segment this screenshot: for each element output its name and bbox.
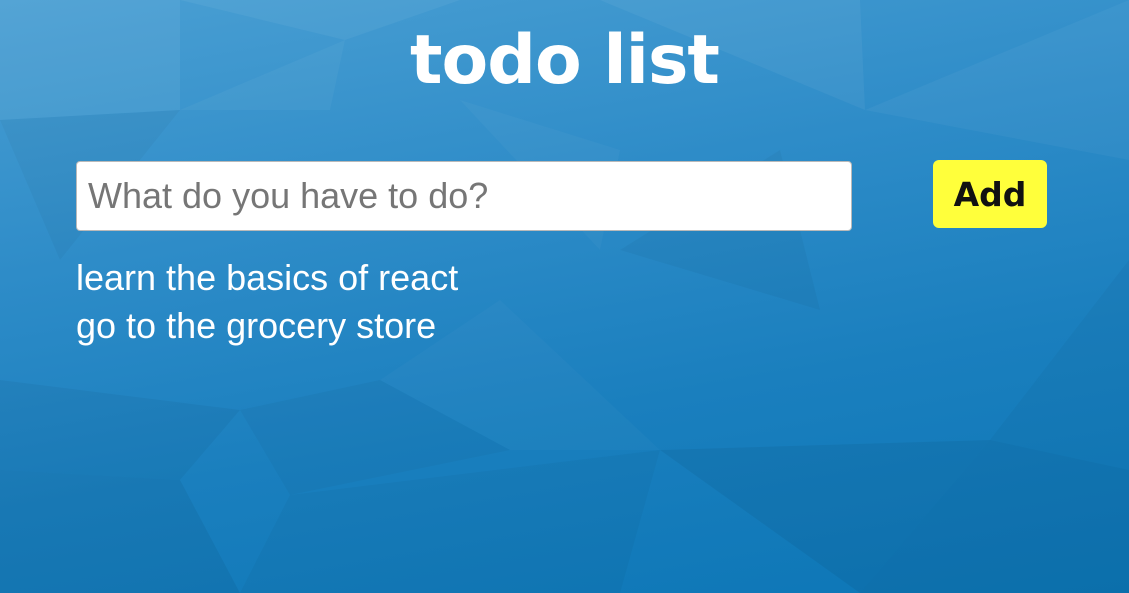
- add-button[interactable]: Add: [933, 160, 1047, 228]
- todo-input[interactable]: [76, 161, 852, 231]
- todo-item[interactable]: learn the basics of react: [76, 254, 458, 302]
- app-title: todo list: [410, 21, 720, 100]
- todo-app: todo list Add learn the basics of react …: [0, 0, 1129, 593]
- todo-list: learn the basics of react go to the groc…: [76, 254, 458, 350]
- todo-item[interactable]: go to the grocery store: [76, 302, 458, 350]
